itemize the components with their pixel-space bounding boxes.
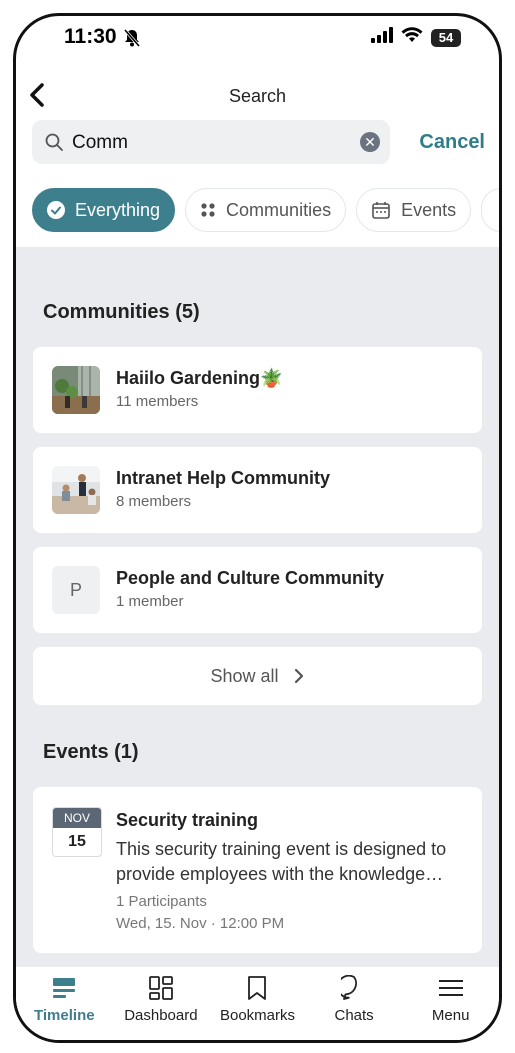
event-title: Security training [116,810,259,830]
hamburger-menu-icon [437,973,465,1003]
community-name: Intranet Help Community [116,468,331,488]
tab-bookmarks[interactable]: Bookmarks [209,967,306,1040]
filter-chip-events[interactable]: Events [356,188,472,232]
chat-bubble-icon [341,973,367,1003]
event-description-line: This security training event is designed… [116,839,447,859]
community-members: 8 members [116,493,192,510]
event-date-badge: NOV 15 [52,807,102,857]
bookmark-icon [245,973,269,1003]
event-day: 15 [68,833,86,850]
phone-frame: 11:30 54 Search ✕ Cancel [13,13,502,1043]
timeline-icon [51,973,77,1003]
community-avatar [52,366,100,414]
community-members: 1 member [116,593,184,610]
status-time: 11:30 [64,25,117,48]
community-card[interactable]: Intranet Help Community 8 members [33,447,482,533]
results-area: Communities (5) Haiilo Gardening🪴 11 mem… [16,247,499,967]
community-initial-avatar: P [52,566,100,614]
filter-chips: Everything Communities Events [32,188,499,234]
filter-chip-label: Communities [226,199,332,220]
calendar-icon [371,200,391,220]
bottom-tab-bar: Timeline Dashboard Bookmarks Chats Menu [16,967,499,1040]
filter-chip-communities[interactable]: Communities [185,188,347,232]
show-all-button[interactable]: Show all [33,647,482,705]
show-all-label: Show all [210,665,279,686]
search-box[interactable]: ✕ [32,120,390,164]
page-title: Search [228,86,287,106]
tab-menu[interactable]: Menu [402,967,499,1040]
check-circle-icon [47,201,65,219]
community-avatar [52,466,100,514]
search-icon [44,132,64,157]
communities-section-title: Communities (5) [43,301,200,323]
tab-label: Menu [431,1007,470,1024]
cancel-button[interactable]: Cancel [419,131,485,154]
community-card[interactable]: Haiilo Gardening🪴 11 members [33,347,482,433]
event-description: This security training event is designed… [116,837,466,887]
status-bar: 11:30 54 [16,16,499,64]
wifi-icon [401,27,423,48]
tab-label: Timeline [34,1007,95,1024]
event-datetime: Wed, 15. Nov · 12:00 PM [116,915,285,932]
event-month: NOV [53,808,101,828]
tab-label: Bookmarks [219,1007,295,1024]
event-participants: 1 Participants [116,893,207,910]
event-description-line: provide employees with the knowledge… [116,864,444,884]
battery-icon: 54 [431,28,461,47]
events-section-title: Events (1) [43,741,139,763]
community-members: 11 members [116,393,199,410]
communities-icon [200,202,216,218]
status-icons: 54 [371,27,461,48]
search-row: ✕ Cancel [32,120,487,166]
tab-label: Chats [334,1007,374,1024]
community-card[interactable]: P People and Culture Community 1 member [33,547,482,633]
dashboard-icon [148,973,174,1003]
tab-timeline[interactable]: Timeline [16,967,113,1040]
filter-chip-label: Everything [75,199,161,220]
community-name: People and Culture Community [116,568,385,588]
search-input[interactable] [70,128,344,158]
tab-dashboard[interactable]: Dashboard [113,967,210,1040]
filter-chip-everything[interactable]: Everything [32,188,176,232]
chevron-right-icon [293,668,305,684]
header: Search [16,76,499,116]
tab-chats[interactable]: Chats [306,967,403,1040]
filter-chip-more[interactable] [481,188,499,232]
clear-search-icon[interactable]: ✕ [360,132,380,152]
event-card[interactable]: NOV 15 Security training This security t… [33,787,482,953]
tab-label: Dashboard [124,1007,198,1024]
signal-icon [371,27,393,48]
community-name: Haiilo Gardening🪴 [116,368,283,388]
filter-chip-label: Events [401,199,457,220]
bell-muted-icon [122,28,142,53]
